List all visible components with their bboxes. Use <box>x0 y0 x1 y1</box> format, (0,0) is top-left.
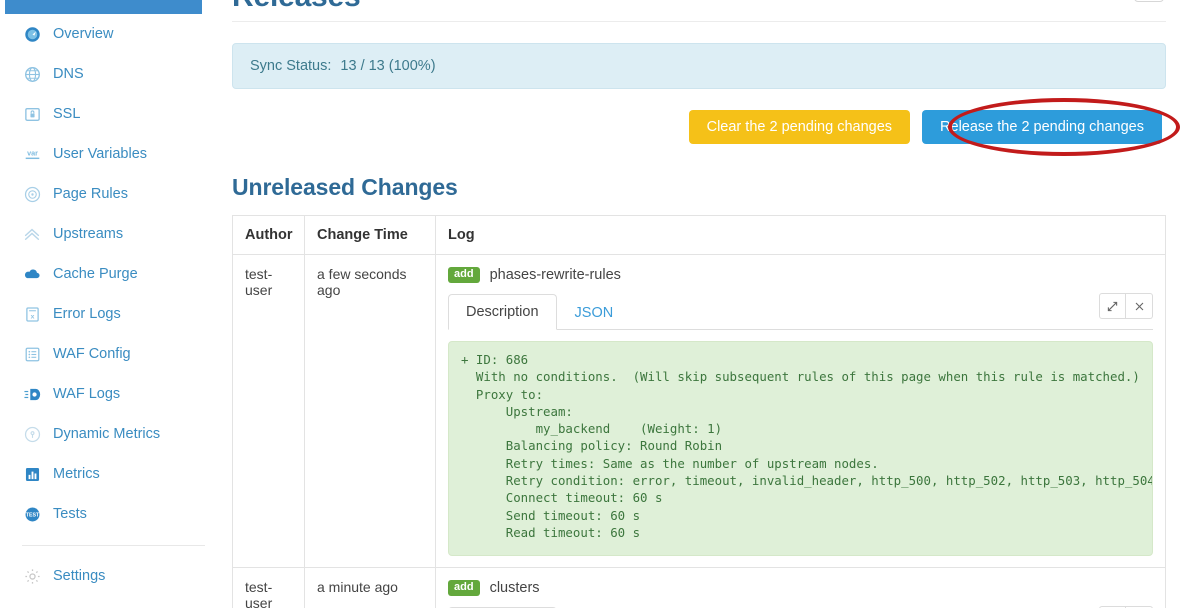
sidebar-item-settings[interactable]: Settings <box>0 556 230 596</box>
sidebar-nav-list: Overview DNS SSL var User Variables Page… <box>0 0 230 534</box>
bar-chart-icon <box>22 464 42 484</box>
document-x-icon: x <box>22 304 42 324</box>
certificate-lock-icon <box>22 104 42 124</box>
page-title: Releases <box>232 0 1166 12</box>
close-icon[interactable] <box>1126 293 1153 319</box>
cell-change-time: a minute ago <box>304 567 436 608</box>
page-title-row: Releases <box>232 0 1166 22</box>
log-entry-name: clusters <box>489 580 540 597</box>
globe-icon <box>22 64 42 84</box>
column-header-change-time: Change Time <box>304 215 436 255</box>
status-badge: add <box>448 580 480 597</box>
table-row: test-user a minute ago add clusters Desc… <box>232 567 1166 608</box>
sidebar-footer-list: Settings User Access Control <box>0 556 230 608</box>
sidebar-item-dns[interactable]: DNS <box>0 54 230 94</box>
cloud-icon <box>22 264 42 284</box>
sidebar-item-label: Dynamic Metrics <box>53 426 161 442</box>
sidebar-item-user-access-control[interactable]: User Access Control <box>0 596 230 608</box>
sidebar-item-waf-logs[interactable]: WAF Logs <box>0 374 230 414</box>
test-badge-icon: TEST <box>22 504 42 524</box>
table-header-row: Author Change Time Log <box>232 215 1166 255</box>
sidebar-item-label: DNS <box>53 66 84 82</box>
svg-text:var: var <box>27 148 38 157</box>
sidebar-item-label: Metrics <box>53 466 100 482</box>
status-badge: add <box>448 267 480 283</box>
gear-icon <box>22 566 42 586</box>
sidebar-divider <box>22 545 205 546</box>
log-entry-name: phases-rewrite-rules <box>489 267 621 283</box>
refresh-button[interactable] <box>1134 0 1164 2</box>
chevrons-up-icon <box>22 224 42 244</box>
table-body: test-user a few seconds ago add phases-r… <box>232 253 1166 608</box>
sidebar-item-label: WAF Config <box>53 346 131 362</box>
dial-icon <box>22 424 42 444</box>
shield-lines-icon <box>22 384 42 404</box>
sidebar-item-label: SSL <box>53 106 81 122</box>
cell-log: add clusters Description JSON <box>435 567 1166 608</box>
tab-action-group <box>1099 293 1153 319</box>
sidebar-active-indicator <box>5 0 202 14</box>
sidebar-item-dynamic-metrics[interactable]: Dynamic Metrics <box>0 414 230 454</box>
table-row: test-user a few seconds ago add phases-r… <box>232 253 1166 569</box>
sync-status-value: 13 / 13 (100%) <box>340 58 436 74</box>
gauge-icon <box>22 24 42 44</box>
cell-author: test-user <box>232 253 305 569</box>
sidebar-item-upstreams[interactable]: Upstreams <box>0 214 230 254</box>
sidebar-item-overview[interactable]: Overview <box>0 14 230 54</box>
unreleased-changes-table: Author Change Time Log test-user a few s… <box>232 215 1166 608</box>
log-header: add clusters <box>448 580 1153 597</box>
sidebar-item-label: Cache Purge <box>53 266 138 282</box>
sidebar-item-user-variables[interactable]: var User Variables <box>0 134 230 174</box>
unreleased-changes-heading: Unreleased Changes <box>232 174 458 200</box>
description-code-block: + ID: 686 With no conditions. (Will skip… <box>448 341 1153 557</box>
sidebar-item-label: Tests <box>53 506 87 522</box>
sidebar-item-page-rules[interactable]: Page Rules <box>0 174 230 214</box>
column-header-author: Author <box>232 215 305 255</box>
target-icon <box>22 184 42 204</box>
cell-change-time: a few seconds ago <box>304 253 436 569</box>
sidebar-item-label: User Variables <box>53 146 148 162</box>
cell-author: test-user <box>232 567 305 608</box>
action-button-row: Clear the 2 pending changes Release the … <box>232 98 1180 156</box>
sidebar-item-label: Page Rules <box>53 186 128 202</box>
sidebar-item-label: Settings <box>53 568 106 584</box>
tab-bar: Description JSON <box>448 293 1153 330</box>
sidebar: Overview DNS SSL var User Variables Page… <box>0 0 230 608</box>
column-header-log: Log <box>435 215 1166 255</box>
sidebar-item-metrics[interactable]: Metrics <box>0 454 230 494</box>
expand-icon[interactable] <box>1099 293 1126 319</box>
sidebar-item-tests[interactable]: TEST Tests <box>0 494 230 534</box>
sync-status-label: Sync Status: <box>250 58 332 74</box>
sidebar-item-label: Overview <box>53 26 114 42</box>
sidebar-item-waf-config[interactable]: WAF Config <box>0 334 230 374</box>
svg-text:x: x <box>30 313 34 320</box>
sync-status-bar: Sync Status: 13 / 13 (100%) <box>232 43 1166 89</box>
release-pending-changes-button[interactable]: Release the 2 pending changes <box>922 110 1162 144</box>
svg-text:TEST: TEST <box>25 512 39 518</box>
app-root: Overview DNS SSL var User Variables Page… <box>0 0 1184 608</box>
sidebar-item-error-logs[interactable]: x Error Logs <box>0 294 230 334</box>
cell-log: add phases-rewrite-rules Description JSO… <box>435 253 1166 569</box>
log-header: add phases-rewrite-rules <box>448 267 1153 283</box>
main-content: Releases Sync Status: 13 / 13 (100%) Cle… <box>230 0 1184 608</box>
sidebar-item-ssl[interactable]: SSL <box>0 94 230 134</box>
var-icon: var <box>22 144 42 164</box>
sidebar-item-label: WAF Logs <box>53 386 121 402</box>
sidebar-item-cache-purge[interactable]: Cache Purge <box>0 254 230 294</box>
clear-pending-changes-button[interactable]: Clear the 2 pending changes <box>688 110 911 144</box>
sidebar-item-label: Upstreams <box>53 226 124 242</box>
log-detail-panel: Description JSON <box>448 293 1153 557</box>
table-head: Author Change Time Log <box>232 215 1166 255</box>
tab-description[interactable]: Description <box>448 294 557 330</box>
list-icon <box>22 344 42 364</box>
tab-json[interactable]: JSON <box>557 295 632 330</box>
sidebar-item-label: Error Logs <box>53 306 121 322</box>
